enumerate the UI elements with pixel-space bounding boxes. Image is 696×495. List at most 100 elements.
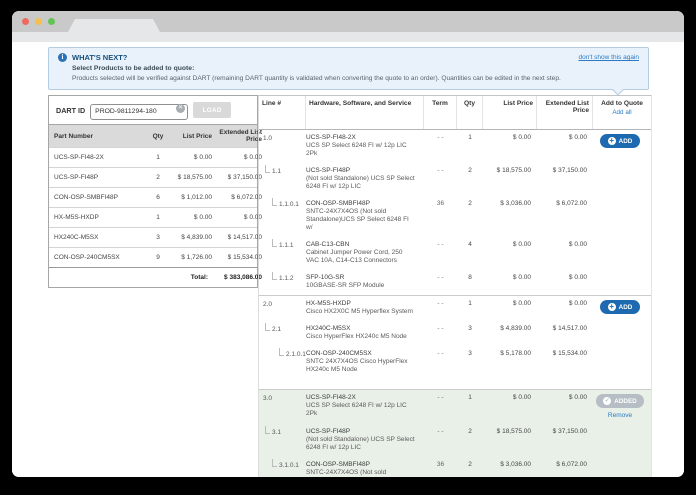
page-content: i WHAT'S NEXT? don't show this again Sel… xyxy=(12,42,684,477)
list-price-cell: $ 18,575.00 xyxy=(483,167,537,174)
add-button[interactable]: + ADD xyxy=(600,134,641,148)
load-button[interactable]: LOAD xyxy=(193,102,231,118)
dart-id-input[interactable] xyxy=(90,104,188,120)
plus-icon: + xyxy=(608,137,616,145)
quote-row: 1.1.0.1 CON-OSP-SMBFI48P SNTC-24X7X4OS (… xyxy=(259,196,651,237)
remove-link[interactable]: Remove xyxy=(593,412,647,419)
line-number-cell: 2.1.0.1 xyxy=(259,350,306,358)
quote-row: 2.1.0.1 CON-OSP-240CM5SX SNTC 24X7X4OS C… xyxy=(259,346,651,389)
term-cell: - - xyxy=(424,167,457,174)
table-row: UCS-SP-FI48-2X 1 $ 0.00 $ 0.00 xyxy=(49,147,257,167)
line-number-cell: 2.0 xyxy=(259,300,306,308)
term-cell: - - xyxy=(424,300,457,307)
add-button[interactable]: + ADD xyxy=(600,300,641,314)
header-list-price: List Price xyxy=(483,96,537,129)
banner-instruction: Select Products to be added to quote: xyxy=(72,65,639,72)
tree-connector xyxy=(272,239,277,247)
ext-price-cell: $ 0.00 xyxy=(537,394,593,401)
part-qty: 1 xyxy=(146,214,170,221)
product-description: 10GBASE-SR SFP Module xyxy=(306,282,416,290)
part-list-price: $ 18,575.00 xyxy=(170,174,212,181)
line-number: 1.1.1 xyxy=(279,242,293,249)
product-id: UCS-SP-FI48-2X xyxy=(306,134,416,142)
part-qty: 9 xyxy=(146,254,170,261)
qty-cell: 2 xyxy=(457,167,483,174)
part-table-body: UCS-SP-FI48-2X 1 $ 0.00 $ 0.00 UCS-SP-FI… xyxy=(49,147,257,267)
banner-title: WHAT'S NEXT? xyxy=(72,53,127,62)
part-number: CON-OSP-SMBFI48P xyxy=(54,194,146,201)
product-id: UCS-SP-FI48-2X xyxy=(306,394,416,402)
clear-icon[interactable]: ✕ xyxy=(176,104,185,113)
zoom-button[interactable] xyxy=(48,18,55,25)
hardware-cell: CAB-C13-CBN Cabinet Jumper Power Cord, 2… xyxy=(306,241,424,265)
ext-price-cell: $ 0.00 xyxy=(537,241,593,248)
header-hardware: Hardware, Software, and Service xyxy=(306,96,424,129)
line-number-cell: 1.1.1 xyxy=(259,241,306,249)
ext-price-cell: $ 0.00 xyxy=(537,300,593,307)
part-number: UCS-SP-FI48P xyxy=(54,174,146,181)
action-cell: + ADD xyxy=(593,134,651,148)
ext-price-cell: $ 37,150.00 xyxy=(537,167,593,174)
part-number: HX240C-M5SX xyxy=(54,234,146,241)
header-ext-price: Extended List Price xyxy=(537,96,593,129)
quote-row: 2.0 HX-M5S-HXDP Cisco HX2X0C M5 Hyperfle… xyxy=(259,295,651,321)
hardware-cell: CON-OSP-SMBFI48P SNTC-24X7X4OS (Not sold… xyxy=(306,461,424,477)
term-cell: 36 xyxy=(424,461,457,468)
term-cell: - - xyxy=(424,350,457,357)
part-list-price: $ 1,012.00 xyxy=(170,194,212,201)
close-button[interactable] xyxy=(22,18,29,25)
part-number: HX-M5S-HXDP xyxy=(54,214,146,221)
term-cell: - - xyxy=(424,134,457,141)
qty-cell: 1 xyxy=(457,300,483,307)
header-term: Term xyxy=(424,96,457,129)
whats-next-banner: i WHAT'S NEXT? don't show this again Sel… xyxy=(48,47,649,90)
line-number: 1.1 xyxy=(272,168,281,175)
part-number: CON-OSP-240CM5SX xyxy=(54,254,146,261)
part-list-price: $ 4,839.00 xyxy=(170,234,212,241)
line-number: 3.0 xyxy=(263,395,272,402)
tree-connector xyxy=(272,272,277,280)
line-number: 1.1.0.1 xyxy=(279,201,299,208)
qty-cell: 2 xyxy=(457,461,483,468)
qty-cell: 4 xyxy=(457,241,483,248)
qty-cell: 8 xyxy=(457,274,483,281)
part-qty: 1 xyxy=(146,154,170,161)
part-table-header: Part Number Qty List Price Extended List… xyxy=(49,124,257,147)
part-qty: 6 xyxy=(146,194,170,201)
list-price-cell: $ 0.00 xyxy=(483,300,537,307)
quote-row: 3.1.0.1 CON-OSP-SMBFI48P SNTC-24X7X4OS (… xyxy=(259,457,651,477)
table-row: CON-OSP-SMBFI48P 6 $ 1,012.00 $ 6,072.00 xyxy=(49,187,257,207)
minimize-button[interactable] xyxy=(35,18,42,25)
line-number: 2.0 xyxy=(263,301,272,308)
part-ext-price: $ 6,072.00 xyxy=(212,194,262,201)
hardware-cell: CON-OSP-240CM5SX SNTC 24X7X4OS Cisco Hyp… xyxy=(306,350,424,374)
part-list-price: $ 1,726.00 xyxy=(170,254,212,261)
quote-row: 3.0 UCS-SP-FI48-2X UCS SP Select 6248 FI… xyxy=(259,389,651,424)
tree-connector xyxy=(279,348,284,356)
quote-row: 2.1 HX240C-M5SX Cisco HyperFlex HX240c M… xyxy=(259,321,651,346)
quote-row: 3.1 UCS-SP-FI48P (Not sold Standalone) U… xyxy=(259,424,651,457)
browser-tab[interactable] xyxy=(68,19,160,32)
list-price-cell: $ 0.00 xyxy=(483,241,537,248)
dismiss-link[interactable]: don't show this again xyxy=(578,54,639,61)
window-titlebar xyxy=(12,11,684,32)
add-all-link[interactable]: Add all xyxy=(596,109,648,116)
check-icon: ✓ xyxy=(603,397,611,405)
qty-cell: 2 xyxy=(457,428,483,435)
action-cell: + ADD xyxy=(593,300,651,314)
term-cell: - - xyxy=(424,274,457,281)
plus-icon: + xyxy=(608,303,616,311)
tree-connector xyxy=(265,426,270,434)
ext-price-cell: $ 15,534.00 xyxy=(537,350,593,357)
ext-price-cell: $ 14,517.00 xyxy=(537,325,593,332)
line-number-cell: 2.1 xyxy=(259,325,306,333)
line-number-cell: 1.1.2 xyxy=(259,274,306,282)
term-cell: - - xyxy=(424,241,457,248)
tree-connector xyxy=(272,459,277,467)
toolbar-strip xyxy=(12,32,684,42)
part-number: UCS-SP-FI48-2X xyxy=(54,154,146,161)
product-id: CON-OSP-SMBFI48P xyxy=(306,461,416,469)
ext-price-cell: $ 0.00 xyxy=(537,134,593,141)
quote-row: 1.1 UCS-SP-FI48P (Not sold Standalone) U… xyxy=(259,163,651,196)
tree-connector xyxy=(265,165,270,173)
